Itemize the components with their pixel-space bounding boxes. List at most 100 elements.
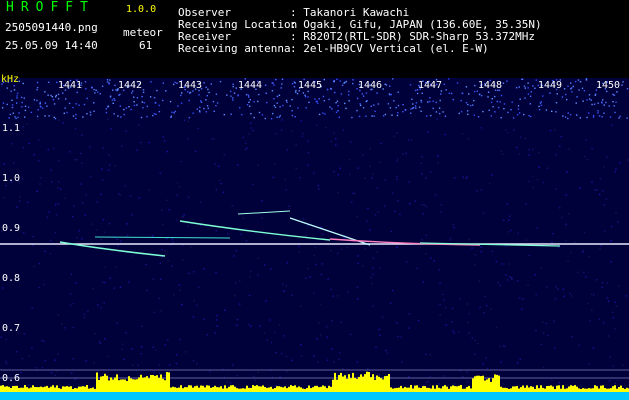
noise-speck [610, 225, 613, 228]
level-bar [128, 376, 130, 392]
noise-speck [41, 107, 44, 109]
level-bar [316, 385, 318, 392]
noise-speck [603, 166, 605, 168]
noise-speck [376, 187, 378, 189]
noise-speck [272, 176, 275, 179]
noise-speck [583, 271, 585, 273]
noise-speck [274, 133, 277, 135]
noise-speck [439, 314, 441, 316]
noise-speck [224, 309, 226, 311]
noise-speck [359, 103, 361, 105]
noise-speck [57, 93, 60, 96]
noise-speck [539, 102, 542, 104]
noise-speck [309, 276, 311, 278]
noise-speck [615, 212, 617, 214]
noise-speck [421, 156, 423, 158]
noise-speck [453, 332, 455, 334]
noise-speck [333, 170, 335, 173]
level-bar [168, 372, 170, 392]
noise-speck [237, 164, 239, 166]
noise-speck [503, 219, 505, 222]
noise-speck [60, 188, 62, 190]
noise-speck [357, 298, 359, 300]
noise-speck [532, 175, 534, 177]
noise-speck [57, 353, 59, 355]
noise-speck [614, 171, 616, 173]
noise-speck [421, 173, 423, 175]
noise-speck [349, 173, 351, 176]
noise-speck [460, 111, 463, 113]
noise-speck [376, 251, 378, 253]
noise-speck [574, 241, 576, 243]
noise-speck [219, 179, 221, 181]
level-bar [448, 388, 450, 392]
noise-speck [594, 93, 597, 96]
noise-speck [239, 107, 241, 109]
noise-speck [372, 273, 374, 276]
noise-speck [33, 154, 35, 156]
noise-speck [577, 271, 579, 274]
noise-speck [184, 351, 187, 353]
noise-speck [70, 293, 72, 295]
noise-speck [108, 222, 111, 225]
noise-speck [235, 250, 237, 252]
noise-speck [180, 160, 182, 163]
noise-speck [499, 101, 501, 103]
level-bar [422, 386, 424, 392]
level-bar [150, 375, 152, 392]
noise-speck [192, 360, 195, 362]
noise-speck [173, 293, 175, 296]
noise-speck [348, 90, 350, 93]
noise-speck [518, 153, 521, 155]
noise-speck [452, 98, 454, 101]
noise-speck [396, 114, 399, 117]
noise-speck [485, 305, 488, 307]
noise-speck [467, 113, 469, 115]
noise-speck [129, 195, 132, 197]
level-bar [270, 386, 272, 392]
noise-speck [11, 143, 13, 145]
noise-speck [75, 103, 77, 105]
level-bar [242, 388, 244, 392]
noise-speck [377, 103, 380, 105]
noise-speck [554, 129, 556, 131]
noise-speck [11, 99, 13, 101]
level-bar [608, 388, 610, 392]
noise-speck [318, 113, 321, 116]
noise-speck [610, 261, 612, 263]
noise-speck [435, 111, 438, 113]
noise-speck [567, 213, 570, 215]
noise-speck [176, 194, 178, 196]
level-bar [490, 381, 492, 392]
noise-speck [529, 103, 531, 105]
noise-speck [297, 107, 299, 109]
noise-speck [397, 335, 399, 338]
level-bar [476, 375, 478, 392]
noise-speck [325, 127, 327, 129]
noise-speck [546, 334, 549, 337]
noise-speck [215, 93, 218, 95]
noise-speck [575, 102, 577, 104]
datetime: 25.05.09 14:40 [5, 39, 98, 52]
noise-speck [81, 134, 83, 136]
noise-speck [502, 345, 505, 347]
noise-speck [58, 119, 60, 121]
level-bar [530, 386, 532, 392]
noise-speck [85, 360, 87, 362]
noise-speck [181, 304, 183, 306]
noise-speck [417, 319, 420, 322]
noise-speck [361, 93, 363, 95]
noise-speck [333, 361, 335, 363]
noise-speck [337, 174, 339, 176]
level-bar [208, 385, 210, 392]
noise-speck [519, 358, 521, 360]
noise-speck [181, 259, 184, 261]
noise-speck [480, 95, 483, 97]
noise-speck [68, 383, 70, 385]
noise-speck [257, 100, 259, 103]
level-bar [494, 374, 496, 392]
noise-speck [439, 112, 441, 115]
level-bar [162, 378, 164, 392]
noise-speck [435, 101, 437, 104]
level-bar [328, 385, 330, 392]
